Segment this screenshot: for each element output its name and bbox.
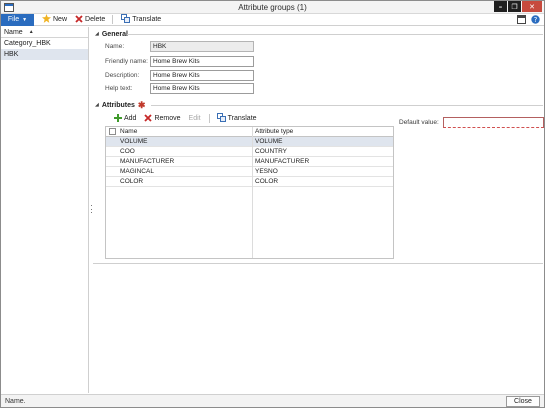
close-window-button[interactable]: ✕ bbox=[522, 1, 542, 12]
required-indicator-icon: ✱ bbox=[137, 99, 146, 110]
row-type-cell[interactable]: MANUFACTURER bbox=[252, 158, 393, 165]
row-type-cell[interactable]: COUNTRY bbox=[252, 148, 393, 155]
toolbar-separator bbox=[208, 114, 210, 123]
close-button[interactable]: Close bbox=[506, 396, 540, 407]
general-group-header[interactable]: ◢ General bbox=[95, 29, 128, 39]
list-item-label: Category_HBK bbox=[4, 40, 51, 47]
attributes-toolbar: Add Remove Edit Translate bbox=[114, 113, 265, 124]
new-button[interactable]: New bbox=[42, 14, 67, 25]
window-title: Attribute groups (1) bbox=[238, 3, 307, 12]
sort-ascending-icon: ▲ bbox=[28, 29, 34, 35]
name-label: Name: bbox=[105, 43, 125, 50]
table-row[interactable]: MANUFACTURER MANUFACTURER bbox=[106, 157, 393, 167]
title-bar: Attribute groups (1) – ❐ ✕ bbox=[1, 1, 544, 14]
table-row[interactable]: COLOR COLOR bbox=[106, 177, 393, 187]
delete-label: Delete bbox=[85, 16, 106, 23]
delete-button[interactable]: Delete bbox=[75, 14, 106, 25]
new-label: New bbox=[53, 16, 68, 23]
group-divider bbox=[127, 34, 543, 35]
row-name-cell[interactable]: MANUFACTURER bbox=[118, 158, 252, 165]
file-menu-button[interactable]: File ▼ bbox=[1, 13, 34, 26]
group-divider bbox=[151, 105, 543, 106]
window-controls: – ❐ ✕ bbox=[493, 1, 542, 13]
minimize-button[interactable]: – bbox=[494, 1, 507, 12]
attributes-group-header[interactable]: ◢ Attributes ✱ bbox=[95, 100, 145, 110]
remove-label: Remove bbox=[154, 115, 181, 122]
translate-icon bbox=[216, 113, 226, 124]
svg-text:?: ? bbox=[534, 16, 538, 24]
attribute-groups-window: Attribute groups (1) – ❐ ✕ File ▼ New De… bbox=[0, 0, 545, 408]
select-all-cell bbox=[106, 128, 118, 135]
list-item[interactable]: Category_HBK bbox=[1, 38, 88, 49]
row-name-cell[interactable]: VOLUME bbox=[118, 138, 252, 145]
description-field[interactable] bbox=[150, 70, 254, 81]
collapse-triangle-icon: ◢ bbox=[95, 102, 99, 108]
attributes-grid: Name Attribute type VOLUME VOLUME COO CO… bbox=[105, 126, 394, 259]
toolbar-right-tools: ? bbox=[517, 15, 540, 24]
grid-column-divider bbox=[252, 127, 253, 258]
general-title: General bbox=[101, 30, 128, 38]
add-label: Add bbox=[124, 115, 137, 122]
translate-button[interactable]: Translate bbox=[121, 14, 161, 25]
attribute-group-list: Name ▲ Category_HBK HBK bbox=[1, 27, 89, 393]
row-type-cell[interactable]: YESNO bbox=[252, 168, 393, 175]
add-plus-icon bbox=[114, 113, 122, 124]
layout-icon[interactable] bbox=[517, 15, 526, 24]
detail-pane: ◢ General Name: Friendly name: Descripti… bbox=[93, 27, 544, 393]
help-text-label: Help text: bbox=[105, 85, 133, 92]
row-name-cell[interactable]: COO bbox=[118, 148, 252, 155]
table-row[interactable]: COO COUNTRY bbox=[106, 147, 393, 157]
list-item[interactable]: HBK bbox=[1, 49, 88, 60]
table-row[interactable]: VOLUME VOLUME bbox=[106, 137, 393, 147]
friendly-name-field[interactable] bbox=[150, 56, 254, 67]
list-column-header[interactable]: Name ▲ bbox=[1, 27, 88, 38]
delete-x-icon bbox=[75, 14, 83, 25]
edit-label: Edit bbox=[188, 115, 201, 122]
list-item-label: HBK bbox=[4, 51, 19, 58]
list-header-label: Name bbox=[4, 28, 23, 36]
status-text: Name. bbox=[5, 398, 26, 405]
row-type-cell[interactable]: COLOR bbox=[252, 178, 393, 185]
attributes-title: Attributes bbox=[101, 101, 135, 109]
default-value-label: Default value: bbox=[399, 119, 439, 126]
chevron-down-icon: ▼ bbox=[22, 16, 28, 23]
friendly-name-label: Friendly name: bbox=[105, 58, 148, 65]
help-icon[interactable]: ? bbox=[531, 15, 540, 24]
file-menu-label: File bbox=[7, 16, 20, 23]
status-bar: Name. Close bbox=[1, 394, 544, 407]
remove-x-icon bbox=[144, 113, 153, 124]
translate-icon bbox=[121, 14, 131, 25]
section-bottom-divider bbox=[93, 263, 543, 264]
help-text-field[interactable] bbox=[150, 83, 254, 94]
row-name-cell[interactable]: COLOR bbox=[118, 178, 252, 185]
remove-button[interactable]: Remove bbox=[144, 113, 181, 124]
table-row[interactable]: MAGINCAL YESNO bbox=[106, 167, 393, 177]
row-name-cell[interactable]: MAGINCAL bbox=[118, 168, 252, 175]
toolbar-separator bbox=[112, 15, 114, 24]
name-field[interactable] bbox=[150, 41, 254, 52]
column-header-attribute-type[interactable]: Attribute type bbox=[252, 128, 393, 135]
collapse-triangle-icon: ◢ bbox=[95, 31, 99, 37]
new-star-icon bbox=[42, 14, 51, 25]
select-all-checkbox[interactable] bbox=[108, 128, 116, 135]
description-label: Description: bbox=[105, 72, 140, 79]
grid-header-row: Name Attribute type bbox=[106, 127, 393, 137]
action-pane: File ▼ New Delete Translate ? bbox=[1, 13, 544, 26]
translate-label: Translate bbox=[227, 115, 257, 122]
default-value-field[interactable] bbox=[443, 117, 544, 128]
column-header-name[interactable]: Name bbox=[118, 128, 252, 135]
add-button[interactable]: Add bbox=[114, 113, 137, 124]
translate-label: Translate bbox=[132, 16, 162, 23]
edit-button[interactable]: Edit bbox=[189, 115, 201, 122]
restore-button[interactable]: ❐ bbox=[508, 1, 521, 12]
attributes-translate-button[interactable]: Translate bbox=[216, 113, 257, 124]
row-type-cell[interactable]: VOLUME bbox=[252, 138, 393, 145]
